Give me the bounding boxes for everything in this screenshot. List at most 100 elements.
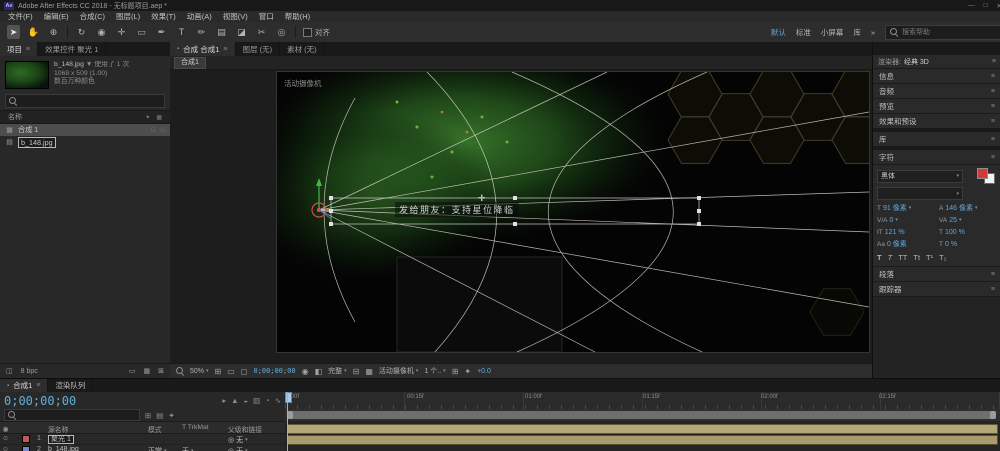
subscript-button[interactable]: T₁ — [939, 253, 946, 262]
superscript-button[interactable]: T¹ — [926, 253, 933, 262]
panel-menu-icon[interactable]: ≡ — [26, 46, 30, 53]
tab-layer-viewer[interactable]: 图层 (无) — [236, 42, 281, 56]
project-item-composition[interactable]: ▦ 合成 1 ◻ ◻ — [0, 124, 170, 136]
font-size-control[interactable]: T 91 像素 ▾ — [877, 203, 935, 213]
project-bit-depth[interactable]: 8 bpc — [21, 368, 38, 375]
menu-file[interactable]: 文件(F) — [8, 11, 33, 22]
time-ruler[interactable]: :00f 00:15f 01:00f 01:15f 02:00f 02:15f — [285, 392, 1000, 410]
workspace-small-screen[interactable]: 小屏幕 — [821, 27, 844, 38]
parent-select[interactable]: ◎ 无 ▾ — [228, 446, 248, 451]
graph-editor-icon[interactable]: ∿ — [275, 396, 281, 405]
maximize-button[interactable]: □ — [984, 2, 988, 10]
eraser-tool-icon[interactable]: ◪ — [235, 25, 248, 39]
trkmat-select[interactable]: 无 ▾ — [182, 446, 194, 451]
renderer-value[interactable]: 经典 3D — [904, 57, 929, 67]
panel-menu-icon[interactable]: ≡ — [223, 46, 227, 53]
pickwhip-icon[interactable]: ◎ — [228, 436, 234, 444]
project-list-header[interactable]: 名称 ✦ ▦ — [0, 110, 170, 124]
menu-effect[interactable]: 效果(T) — [151, 11, 176, 22]
kerning-control[interactable]: V/A 0 ▾ — [877, 215, 935, 225]
fill-color-swatch[interactable] — [977, 168, 988, 179]
color-depth-icon[interactable]: ◫ — [6, 367, 13, 375]
3d-view-select[interactable]: 活动摄像机 ▾ — [379, 366, 419, 376]
shy-layers-icon[interactable]: ◒ — [244, 396, 249, 405]
layer-row-footage[interactable]: ⊙ 2 b_148.jpg 正常 ▾ 无 ▾ ◎ 无 ▾ — [0, 445, 285, 451]
parent-select[interactable]: ◎ 无 ▾ — [228, 435, 248, 445]
region-of-interest-icon[interactable]: ⊟ — [353, 367, 360, 376]
layer-color-swatch[interactable] — [22, 446, 30, 451]
panel-header-tracker[interactable]: 跟踪器 ≡ — [873, 282, 1000, 297]
roto-brush-tool-icon[interactable]: ✂ — [255, 25, 268, 39]
menu-help[interactable]: 帮助(H) — [285, 11, 310, 22]
panel-header-libraries[interactable]: 库 ≡ — [873, 132, 1000, 147]
pen-tool-icon[interactable]: ✒ — [155, 25, 168, 39]
clone-stamp-tool-icon[interactable]: ▤ — [215, 25, 228, 39]
font-family-select[interactable]: 黑体 ▾ — [877, 169, 963, 183]
panel-header-info[interactable]: 信息 ≡ — [873, 69, 1000, 84]
leading-control[interactable]: A 146 像素 ▾ — [939, 203, 997, 213]
project-item-label[interactable]: b_148.jpg — [18, 136, 56, 148]
snap-toggle[interactable]: 对齐 — [303, 27, 330, 38]
menu-composition[interactable]: 合成(C) — [80, 11, 105, 22]
snapshot-icon[interactable]: ◉ — [302, 367, 309, 376]
panel-header-preview[interactable]: 预览 ≡ — [873, 99, 1000, 114]
text-layer-content[interactable]: 发给朋友：支持星位降临 — [395, 202, 519, 217]
panel-header-effects-presets[interactable]: 效果和预设 ≡ — [873, 114, 1000, 129]
work-area-end-handle[interactable] — [990, 411, 996, 419]
panel-menu-icon[interactable]: ≡ — [991, 103, 995, 110]
horizontal-scale-control[interactable]: T 100 % — [939, 227, 997, 237]
tab-effect-controls[interactable]: 效果控件 聚光 1 — [38, 42, 107, 56]
layer-visibility-icon[interactable]: ⊙ — [3, 435, 8, 442]
mask-visibility-icon[interactable]: ◻ — [241, 367, 248, 376]
layer-visibility-icon[interactable]: ⊙ — [3, 446, 8, 451]
panel-menu-icon[interactable]: ≡ — [36, 382, 40, 389]
font-style-select[interactable]: ▾ — [877, 187, 963, 200]
timeline-search-input[interactable] — [4, 409, 140, 421]
zoom-select[interactable]: 50% ▾ — [190, 368, 209, 375]
type-tool-icon[interactable]: T — [175, 25, 188, 39]
blend-mode-select[interactable]: 正常 ▾ — [148, 446, 167, 451]
motion-blur-icon[interactable]: ◔ — [265, 396, 270, 405]
panel-menu-icon[interactable]: ≡ — [991, 88, 995, 95]
puppet-tool-icon[interactable]: ◎ — [275, 25, 288, 39]
close-button[interactable]: ✕ — [997, 2, 1000, 10]
tab-project[interactable]: 项目 ≡ — [0, 42, 39, 56]
draft-3d-icon[interactable]: ▲ — [231, 396, 238, 405]
small-caps-button[interactable]: Tt — [913, 253, 920, 262]
rulers-icon[interactable]: ▭ — [227, 367, 235, 376]
proportional-spacing-control[interactable]: T 0 % — [939, 239, 997, 249]
current-timecode[interactable]: 0;00;00;00 — [4, 394, 76, 408]
view-layout-select[interactable]: 1 个.. ▾ — [424, 366, 445, 376]
menu-layer[interactable]: 图层(L) — [116, 11, 140, 22]
grid-guides-icon[interactable]: ⊞ — [215, 367, 222, 376]
selection-tool-icon[interactable]: ➤ — [7, 25, 20, 39]
project-item-label[interactable]: 合成 1 — [18, 125, 38, 135]
layer-name[interactable]: b_148.jpg — [48, 446, 79, 451]
tab-render-queue[interactable]: 渲染队列 — [48, 379, 94, 392]
panel-menu-icon[interactable]: ≡ — [991, 286, 995, 293]
project-item-footage[interactable]: ▤ b_148.jpg — [0, 136, 170, 148]
menu-window[interactable]: 窗口 — [259, 11, 274, 22]
tracking-control[interactable]: VA 25 ▾ — [939, 215, 997, 225]
delete-item-icon[interactable]: ⊠ — [158, 367, 164, 375]
panel-menu-icon[interactable]: ≡ — [991, 271, 995, 278]
workspace-overflow-button[interactable]: » — [871, 28, 875, 37]
faux-bold-button[interactable]: T — [877, 253, 882, 262]
pickwhip-icon[interactable]: ◎ — [228, 447, 234, 451]
panel-menu-icon[interactable]: ≡ — [991, 136, 995, 143]
unified-camera-tool-icon[interactable]: ◉ — [95, 25, 108, 39]
help-search-input[interactable]: 搜索帮助 — [885, 24, 1000, 40]
exposure-value[interactable]: +0.0 — [477, 368, 491, 375]
layer-row-spotlight[interactable]: ⊙ 1 聚光 1 ◎ 无 ▾ — [0, 434, 285, 445]
panel-menu-icon[interactable]: ≡ — [991, 73, 995, 80]
snap-checkbox[interactable] — [303, 27, 312, 37]
layer-duration-bar[interactable] — [287, 435, 998, 445]
work-area-bar[interactable] — [287, 411, 996, 419]
fast-preview-icon[interactable]: ✦ — [464, 367, 471, 376]
new-composition-icon[interactable]: ▦ — [144, 367, 151, 375]
workspace-libraries[interactable]: 库 — [853, 27, 861, 38]
renderer-control[interactable]: 渲染器: 经典 3D ≡ — [873, 55, 1000, 69]
move-anchor-icon[interactable]: ✛ — [478, 193, 486, 204]
panel-menu-icon[interactable]: ≡ — [992, 58, 996, 65]
rectangle-tool-icon[interactable]: ▭ — [135, 25, 148, 39]
